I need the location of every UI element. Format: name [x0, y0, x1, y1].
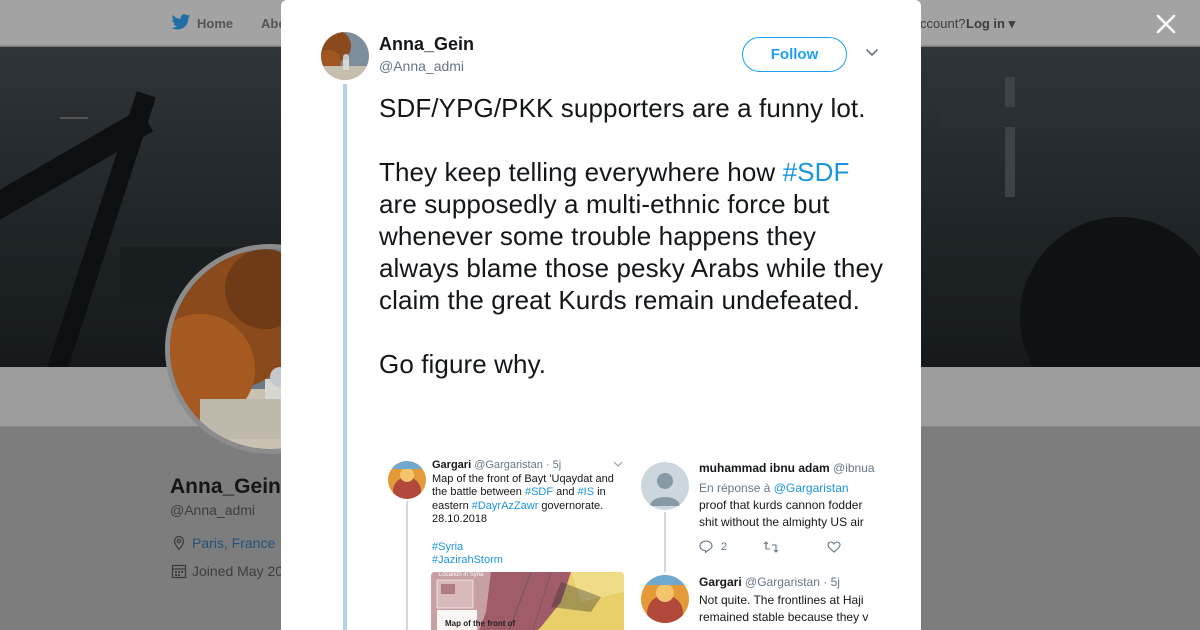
embedded-retweet-icon [763, 541, 779, 553]
login-link[interactable]: Log in ▾ [966, 16, 1015, 32]
location-pin-icon [173, 535, 185, 551]
author-avatar[interactable] [321, 32, 369, 80]
embedded-like-icon [827, 541, 841, 553]
banner-beam [940, 107, 1200, 127]
author-name[interactable]: Anna_Gein [379, 34, 474, 55]
tweet-paragraph-2: They keep telling everywhere how #SDF ar… [379, 157, 884, 315]
author-handle[interactable]: @Anna_admi [379, 58, 464, 74]
embedded-reply-count: 2 [721, 541, 728, 553]
banner-beam [60, 117, 88, 119]
tweet-text: SDF/YPG/PKK supporters are a funny lot. … [379, 92, 889, 380]
embedded-tweet-gargari-2: Not quite. The frontlines at Haji remain… [699, 593, 869, 624]
profile-joined-date: Joined May 20 [192, 563, 284, 579]
embedded-avatar-default [641, 462, 689, 510]
embedded-avatar-gargari-2 [641, 575, 689, 623]
calendar-icon [171, 564, 187, 579]
embedded-name-gargari-2: Gargari @Gargaristan · 5j [699, 575, 840, 589]
thread-line [343, 84, 347, 630]
hashtag-sdf-link[interactable]: #SDF [783, 157, 850, 187]
nav-home-link[interactable]: Home [197, 16, 233, 31]
have-account-text: ccount? [920, 16, 966, 31]
tweet-paragraph-3: Go figure why. [379, 349, 547, 379]
embedded-name-muhammad: muhammad ibnu adam @ibnua [699, 461, 875, 475]
close-icon[interactable] [1154, 12, 1178, 36]
map-title: Map of the front of [445, 619, 516, 628]
tweet-paragraph-1: SDF/YPG/PKK supporters are a funny lot. [379, 93, 866, 123]
profile-location-link[interactable]: Paris, France [192, 535, 275, 551]
chevron-down-icon[interactable] [865, 48, 879, 58]
embedded-front-map: Location in Syria Map of the front of [431, 572, 624, 630]
embedded-thread-line [664, 512, 666, 572]
map-location-label: Location in Syria [439, 572, 484, 578]
profile-name: Anna_Gein [170, 475, 281, 498]
author-avatar-photo [321, 32, 369, 80]
banner-beam [1005, 77, 1015, 197]
twitter-bird-icon[interactable] [171, 14, 191, 31]
embedded-avatar-gargari [388, 461, 426, 499]
embedded-reply-muhammad: En réponse à @Gargaristan proof that kur… [699, 481, 864, 529]
tweet-attached-image[interactable]: Gargari @Gargaristan · 5j Map of the fro… [379, 455, 881, 630]
follow-button[interactable]: Follow [742, 37, 847, 72]
embedded-chevron-down-icon [613, 461, 623, 467]
profile-handle: @Anna_admi [170, 502, 256, 518]
embedded-tweet-left: Gargari @Gargaristan · 5j Map of the fro… [432, 459, 614, 566]
login-label[interactable]: Log in [966, 16, 1005, 31]
tweet-modal: Anna_Gein @Anna_admi Follow SDF/YPG/PKK … [281, 0, 921, 630]
embedded-reply-icon [699, 540, 713, 553]
banner-beam [1020, 217, 1200, 367]
embedded-thread-line [406, 501, 408, 630]
